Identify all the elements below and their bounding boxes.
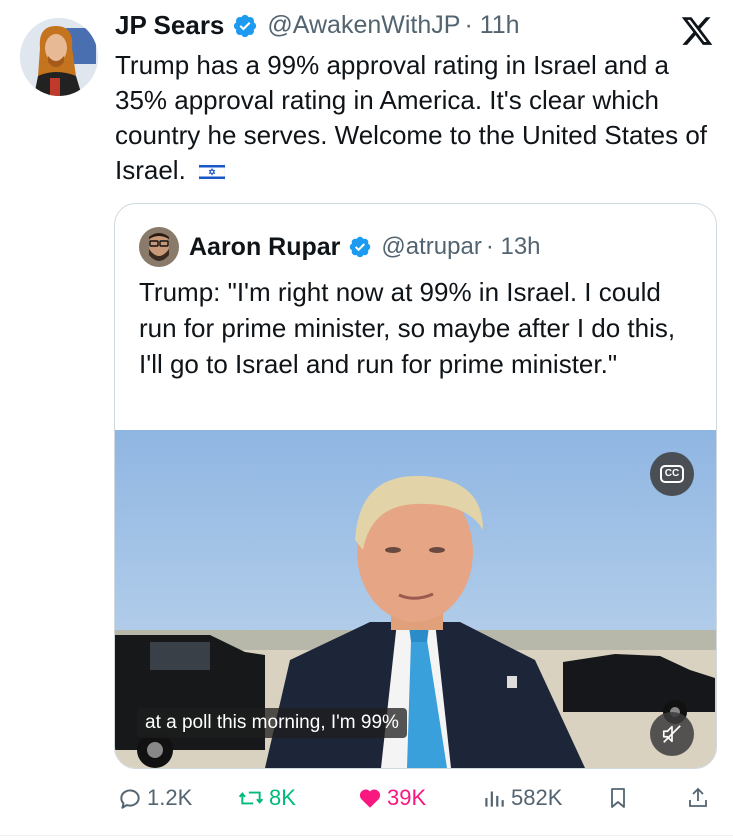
repost-icon	[238, 791, 264, 805]
mute-icon	[662, 725, 681, 743]
quoted-author-name[interactable]: Aaron Rupar	[189, 233, 340, 262]
action-bar: 1.2K 8K 39K 582K	[0, 785, 733, 819]
captions-button[interactable]: CC	[650, 452, 694, 496]
quoted-avatar[interactable]	[139, 227, 179, 267]
quoted-header: Aaron Rupar @atrupar · 13h	[139, 227, 541, 267]
reply-button[interactable]: 1.2K	[117, 785, 192, 811]
views-button[interactable]: 582K	[481, 785, 562, 811]
divider	[0, 835, 733, 836]
views-count: 582K	[511, 785, 563, 810]
repost-count: 8K	[269, 785, 296, 810]
share-icon	[689, 787, 707, 807]
israel-flag-icon	[199, 163, 226, 182]
bookmark-button[interactable]	[606, 785, 634, 811]
mute-button[interactable]	[650, 712, 694, 756]
author-handle[interactable]: @AwakenWithJP	[267, 11, 460, 40]
verified-badge-icon	[234, 14, 257, 37]
video-caption: at a poll this morning, I'm 99%	[137, 708, 407, 738]
tweet-header: JP Sears @AwakenWithJP · 11h	[115, 10, 520, 41]
reply-icon	[120, 789, 140, 809]
tweet-time[interactable]: · 11h	[464, 11, 519, 40]
share-button[interactable]	[686, 785, 714, 811]
reply-count: 1.2K	[147, 785, 193, 810]
quoted-text: Trump: "I'm right now at 99% in Israel. …	[139, 277, 676, 379]
repost-button[interactable]: 8K	[237, 785, 296, 811]
quoted-time[interactable]: · 13h	[486, 233, 541, 261]
verified-badge-icon	[350, 236, 371, 258]
author-avatar[interactable]	[20, 18, 98, 96]
author-name[interactable]: JP Sears	[115, 10, 224, 41]
views-icon	[485, 791, 504, 807]
like-count: 39K	[387, 785, 427, 810]
bookmark-icon	[611, 788, 625, 808]
x-logo-icon	[681, 17, 713, 45]
like-icon	[359, 789, 381, 808]
cc-icon: CC	[659, 465, 685, 483]
video-player[interactable]: CC at a poll this morning, I'm 99%	[115, 430, 716, 768]
like-button[interactable]: 39K	[357, 785, 426, 811]
quoted-tweet[interactable]: Aaron Rupar @atrupar · 13h Trump: "I'm r…	[114, 203, 717, 769]
quoted-author-handle[interactable]: @atrupar	[381, 233, 481, 261]
tweet-text: Trump has a 99% approval rating in Israe…	[115, 48, 720, 188]
